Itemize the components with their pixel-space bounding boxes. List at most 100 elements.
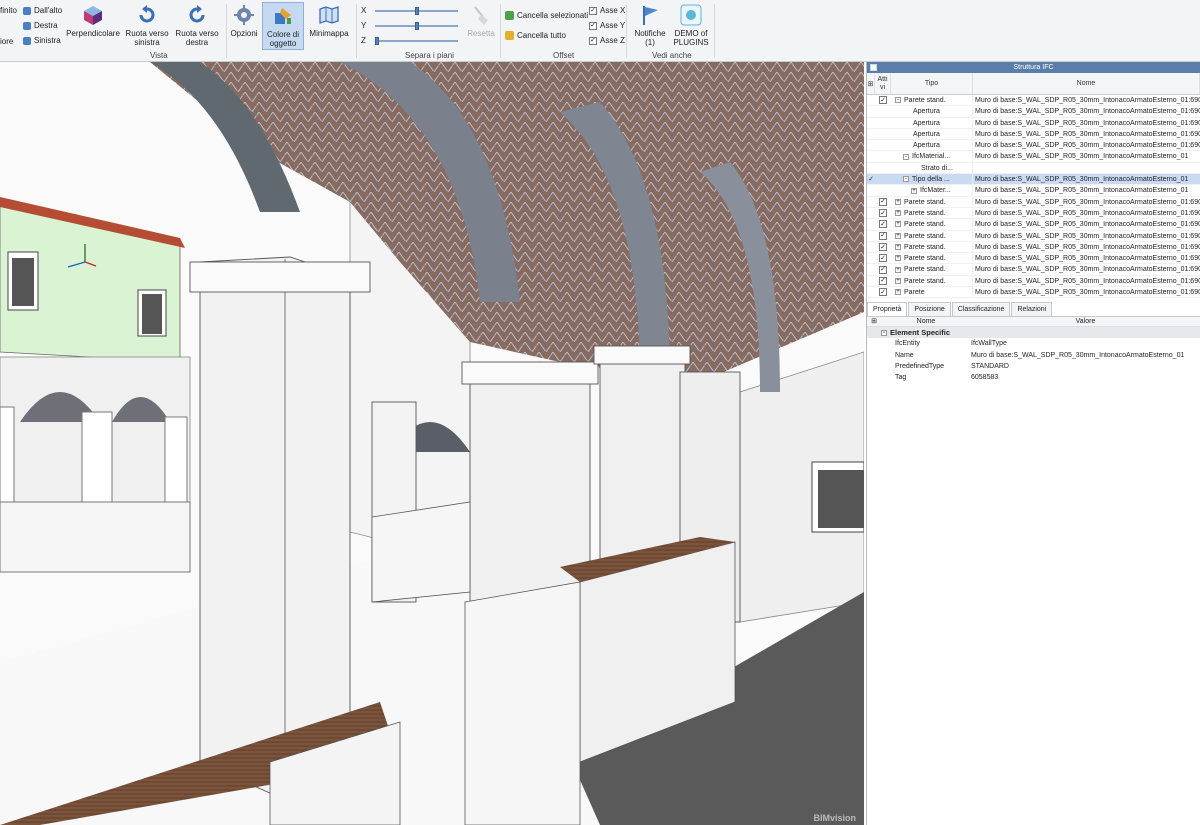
tab-position[interactable]: Posizione bbox=[908, 302, 951, 317]
visibility-checkbox[interactable]: ✓ bbox=[879, 209, 887, 218]
row-type[interactable]: Apertura bbox=[891, 140, 973, 151]
tree-row[interactable]: Apertura Muro di base:S_WAL_SDP_R05_30mm_… bbox=[867, 106, 1200, 118]
row-visibility[interactable] bbox=[875, 163, 891, 173]
tree-row[interactable]: Apertura Muro di base:S_WAL_SDP_R05_30mm_… bbox=[867, 140, 1200, 152]
slider-z-thumb[interactable] bbox=[375, 37, 379, 45]
visibility-checkbox[interactable]: ✓ bbox=[879, 231, 887, 240]
property-group[interactable]: - Element Specific bbox=[867, 327, 1200, 339]
clear-selected-button[interactable]: Cancella selezionati bbox=[505, 11, 588, 20]
row-visibility[interactable] bbox=[875, 174, 891, 184]
property-row[interactable]: IfcEntity IfcWallType bbox=[867, 338, 1200, 349]
column-options-icon[interactable]: ⊞ bbox=[867, 73, 875, 94]
minimap-button[interactable]: Minimappa bbox=[308, 4, 350, 38]
row-type[interactable]: + Parete stand. bbox=[891, 275, 973, 287]
tree-row[interactable]: ✓ + Parete stand. Muro di base:S_WAL_SDP_R0… bbox=[867, 241, 1200, 254]
row-visibility[interactable] bbox=[875, 185, 891, 195]
clear-all-button[interactable]: Cancella tutto bbox=[505, 31, 566, 40]
tab-relations[interactable]: Relazioni bbox=[1011, 302, 1053, 317]
tab-classification[interactable]: Classificazione bbox=[951, 302, 1011, 317]
notifications-button[interactable]: Notifiche (1) bbox=[632, 4, 668, 47]
expand-icon[interactable]: + bbox=[895, 198, 901, 205]
tree-row[interactable]: ✓ + Parete Muro di base:S_WAL_SDP_R05_30mm_… bbox=[867, 287, 1200, 299]
tree-row[interactable]: ✓ + Parete stand. Muro di base:S_WAL_SDP_R0… bbox=[867, 196, 1200, 208]
3d-model-render[interactable] bbox=[0, 62, 864, 825]
row-type[interactable]: + Parete stand. bbox=[891, 207, 973, 219]
axis-y-checkbox[interactable]: ✓ Asse Y bbox=[589, 21, 625, 30]
tree-row[interactable]: ✓ - Parete stand. Muro di base:S_WAL_SDP_R0… bbox=[867, 95, 1200, 107]
row-type[interactable]: + Parete stand. bbox=[891, 196, 973, 207]
visibility-checkbox[interactable]: ✓ bbox=[879, 220, 887, 229]
left-view-button[interactable]: Sinistra bbox=[23, 36, 61, 45]
reset-button[interactable]: Resetta bbox=[466, 4, 496, 38]
expand-icon[interactable]: + bbox=[895, 210, 901, 217]
tree-row[interactable]: Apertura Muro di base:S_WAL_SDP_R05_30mm_… bbox=[867, 128, 1200, 141]
checkbox-checked[interactable]: ✓ bbox=[589, 21, 597, 30]
right-view-button[interactable]: Destra bbox=[23, 21, 58, 30]
row-visibility[interactable] bbox=[875, 106, 891, 116]
column-type[interactable]: Tipo bbox=[891, 73, 973, 94]
property-value[interactable]: 6058583 bbox=[971, 372, 1200, 383]
column-options-icon[interactable]: ⊞ bbox=[867, 317, 881, 326]
expand-icon[interactable]: + bbox=[895, 221, 901, 228]
expand-icon[interactable]: + bbox=[895, 255, 901, 262]
visibility-checkbox[interactable]: ✓ bbox=[879, 254, 887, 263]
rotate-right-button[interactable]: Ruota verso destra bbox=[174, 4, 220, 47]
property-row[interactable]: PredefinedType STANDARD bbox=[867, 361, 1200, 372]
collapse-icon[interactable]: - bbox=[881, 330, 887, 337]
row-type[interactable]: - Parete stand. bbox=[891, 95, 973, 106]
visibility-checkbox[interactable]: ✓ bbox=[879, 288, 887, 297]
row-visibility[interactable]: ✓ bbox=[875, 231, 891, 241]
visibility-checkbox[interactable]: ✓ bbox=[879, 197, 887, 206]
tree-row[interactable]: - IfcMaterial... Muro di base:S_WAL_SDP_R0… bbox=[867, 151, 1200, 163]
property-value[interactable]: IfcWallType bbox=[971, 338, 1200, 349]
expand-icon[interactable]: + bbox=[895, 244, 901, 251]
row-visibility[interactable]: ✓ bbox=[875, 287, 891, 297]
row-type[interactable]: + Parete bbox=[891, 287, 973, 298]
row-type[interactable]: + Parete stand. bbox=[891, 230, 973, 241]
row-visibility[interactable]: ✓ bbox=[875, 264, 891, 274]
checkbox-checked[interactable]: ✓ bbox=[589, 6, 597, 15]
property-value[interactable]: Muro di base:S_WAL_SDP_R05_30mm_Intonaco… bbox=[971, 350, 1200, 361]
pin-icon[interactable] bbox=[870, 64, 877, 71]
row-type[interactable]: + Parete stand. bbox=[891, 241, 973, 253]
property-row[interactable]: Name Muro di base:S_WAL_SDP_R05_30mm_Into… bbox=[867, 350, 1200, 361]
expand-icon[interactable]: + bbox=[895, 232, 901, 239]
tree-row[interactable]: ✓ + Parete stand. Muro di base:S_WAL_SDP_R0… bbox=[867, 230, 1200, 242]
row-type[interactable]: Apertura bbox=[891, 117, 973, 128]
axis-x-checkbox[interactable]: ✓ Asse X bbox=[589, 6, 625, 15]
row-type[interactable]: Strato di... bbox=[891, 162, 973, 174]
tree-row[interactable]: ✓ - Tipo della ... Muro di base:S_WAL_SDP_R… bbox=[867, 174, 1200, 186]
collapse-icon[interactable]: - bbox=[903, 176, 909, 183]
partial-label[interactable]: finito bbox=[0, 6, 17, 15]
object-color-button[interactable]: Colore di oggetto bbox=[262, 2, 304, 50]
row-type[interactable]: - IfcMaterial... bbox=[891, 151, 973, 162]
slider-z[interactable] bbox=[375, 37, 458, 45]
checkbox-checked[interactable]: ✓ bbox=[589, 36, 597, 45]
property-value[interactable]: STANDARD bbox=[971, 361, 1200, 372]
expand-icon[interactable]: + bbox=[911, 187, 917, 194]
row-visibility[interactable]: ✓ bbox=[875, 242, 891, 252]
visibility-checkbox[interactable]: ✓ bbox=[879, 243, 887, 251]
3d-viewport[interactable]: BIMvision bbox=[0, 62, 864, 825]
collapse-icon[interactable]: - bbox=[903, 153, 909, 160]
row-visibility[interactable] bbox=[875, 151, 891, 161]
options-button[interactable]: Opzioni bbox=[230, 4, 258, 38]
row-visibility[interactable] bbox=[875, 129, 891, 139]
expand-icon[interactable]: + bbox=[895, 277, 901, 284]
column-name[interactable]: Nome bbox=[973, 73, 1200, 94]
row-type[interactable]: Apertura bbox=[891, 106, 973, 117]
expand-icon[interactable]: + bbox=[895, 289, 901, 296]
perpendicular-button[interactable]: Perpendicolare bbox=[66, 4, 120, 38]
tab-properties[interactable]: Proprietà bbox=[867, 302, 908, 317]
slider-y[interactable] bbox=[375, 22, 458, 30]
row-type[interactable]: + Parete stand. bbox=[891, 253, 973, 264]
slider-y-thumb[interactable] bbox=[415, 22, 419, 30]
tree-row[interactable]: Apertura Muro di base:S_WAL_SDP_R05_30mm_… bbox=[867, 117, 1200, 129]
row-visibility[interactable]: ✓ bbox=[875, 95, 891, 105]
tree-row[interactable]: ✓ + Parete stand. Muro di base:S_WAL_SDP_R0… bbox=[867, 275, 1200, 288]
row-visibility[interactable]: ✓ bbox=[875, 253, 891, 263]
property-row[interactable]: Tag 6058583 bbox=[867, 372, 1200, 383]
tree-row[interactable]: Strato di... bbox=[867, 162, 1200, 175]
partial-label[interactable]: iore bbox=[0, 37, 13, 46]
row-visibility[interactable]: ✓ bbox=[875, 208, 891, 218]
